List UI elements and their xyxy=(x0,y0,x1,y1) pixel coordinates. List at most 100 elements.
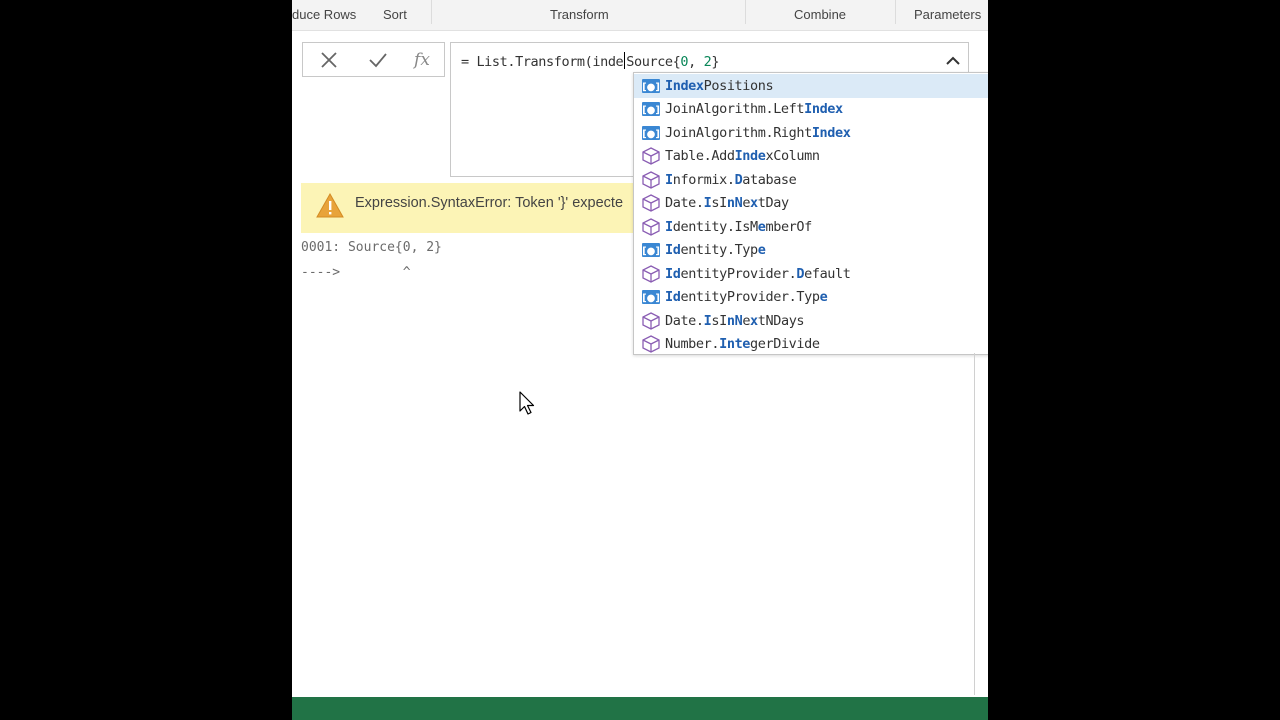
autocomplete-item[interactable]: [●] Identity.Type xyxy=(634,239,988,263)
matched-text: Id xyxy=(665,265,681,282)
autocomplete-item-label: IndexPositions xyxy=(665,77,774,94)
label-text: gerDivide xyxy=(750,336,820,353)
value-icon: [●] xyxy=(640,100,662,118)
error-detail-line: 0001: Source{0, 2} xyxy=(301,240,442,255)
label-text: sI xyxy=(711,312,727,329)
matched-text: Id xyxy=(665,289,681,306)
ribbon: duce Rows Sort Transform Combine Paramet… xyxy=(292,0,988,31)
svg-text:[●]: [●] xyxy=(642,293,660,304)
matched-text: I xyxy=(665,218,673,235)
formula-text-after-caret: Source{ xyxy=(626,54,681,70)
ribbon-group-parameters[interactable]: Parameters xyxy=(914,7,981,22)
warning-icon xyxy=(316,192,344,218)
label-text: e xyxy=(742,312,751,329)
label-text: Positions xyxy=(703,77,774,94)
function-icon xyxy=(640,312,662,330)
matched-text: Index xyxy=(811,124,851,141)
autocomplete-item[interactable]: IdentityProvider.Default xyxy=(634,262,988,286)
matched-text: e xyxy=(757,242,766,259)
label-text: entityProvider. xyxy=(680,265,797,282)
svg-text:[●]: [●] xyxy=(642,129,660,140)
autocomplete-item-label: Date.IsInNextDay xyxy=(665,195,789,211)
error-pointer-line: ----> ^ xyxy=(301,265,411,280)
autocomplete-dropdown: [●] IndexPositions [●] JoinAlgorithm.LeftIn… xyxy=(633,72,988,355)
insert-function-button[interactable]: fx xyxy=(400,43,444,76)
autocomplete-item-label: JoinAlgorithm.RightIndex xyxy=(665,124,851,141)
matched-text: x xyxy=(750,195,758,212)
function-icon xyxy=(640,147,662,165)
matched-text: Inde xyxy=(734,148,766,165)
ribbon-group-reduce-rows[interactable]: duce Rows xyxy=(292,7,356,22)
commit-formula-button[interactable] xyxy=(356,43,400,76)
autocomplete-item-label: Table.AddIndexColumn xyxy=(665,148,820,164)
function-icon xyxy=(640,265,662,283)
ribbon-separator xyxy=(745,0,746,24)
label-text: Table.Add xyxy=(665,148,735,165)
ribbon-group-sort[interactable]: Sort xyxy=(383,7,407,22)
label-text: efault xyxy=(804,265,851,282)
matched-text: e xyxy=(819,289,828,306)
matched-text: nte xyxy=(726,336,751,353)
autocomplete-item-label: Identity.Type xyxy=(665,242,766,259)
status-bar xyxy=(292,697,988,720)
autocomplete-item-label: Informix.Database xyxy=(665,171,797,188)
cancel-formula-button[interactable] xyxy=(307,43,351,76)
autocomplete-item-label: IdentityProvider.Type xyxy=(665,289,828,306)
autocomplete-item-label: JoinAlgorithm.LeftIndex xyxy=(665,101,843,117)
autocomplete-item[interactable]: Informix.Database xyxy=(634,168,988,192)
formula-text-end: } xyxy=(711,54,720,70)
label-text: tDay xyxy=(757,195,789,212)
autocomplete-item[interactable]: Table.AddIndexColumn xyxy=(634,145,988,169)
svg-text:[●]: [●] xyxy=(642,246,660,257)
ribbon-group-combine[interactable]: Combine xyxy=(794,7,846,22)
function-icon xyxy=(640,194,662,212)
label-text: mberOf xyxy=(765,218,812,235)
autocomplete-item-label: Date.IsInNextNDays xyxy=(665,312,805,329)
label-text: dentity.IsM xyxy=(672,218,758,235)
check-icon xyxy=(369,52,387,67)
autocomplete-item-label: Identity.IsMemberOf xyxy=(665,219,812,235)
label-text: e xyxy=(742,195,751,212)
autocomplete-item[interactable]: [●] IdentityProvider.Type xyxy=(634,286,988,310)
autocomplete-item[interactable]: [●] IndexPositions xyxy=(634,74,988,98)
power-query-editor: duce Rows Sort Transform Combine Paramet… xyxy=(292,0,988,720)
value-icon: [●] xyxy=(640,77,662,95)
formula-separator: , xyxy=(688,54,704,70)
formula-number: 0 xyxy=(680,54,689,70)
matched-text: Id xyxy=(665,242,681,259)
matched-text: nN xyxy=(726,195,743,212)
matched-text: Index xyxy=(665,77,704,94)
function-icon xyxy=(640,171,662,189)
value-icon: [●] xyxy=(640,124,662,142)
matched-text: I xyxy=(665,171,673,188)
ribbon-separator xyxy=(431,0,432,24)
label-text: JoinAlgorithm.Right xyxy=(665,124,812,141)
label-text: sI xyxy=(711,195,727,212)
error-message: Expression.SyntaxError: Token '}' expect… xyxy=(355,195,624,211)
label-text: tNDays xyxy=(757,312,805,329)
autocomplete-item[interactable]: [●] JoinAlgorithm.LeftIndex xyxy=(634,98,988,122)
chevron-up-icon xyxy=(946,56,960,65)
label-text: xColumn xyxy=(765,148,820,165)
formula-text[interactable]: = List.Transform(inde Source{0, 2} xyxy=(461,52,719,70)
matched-text: nN xyxy=(726,312,743,329)
value-icon: [●] xyxy=(640,288,662,306)
label-text: entity.Typ xyxy=(680,242,758,259)
formula-text-before-caret: = List.Transform(inde xyxy=(461,54,624,70)
label-text: Number. xyxy=(665,336,720,353)
autocomplete-item[interactable]: Number.IntegerDivide xyxy=(634,333,988,357)
svg-text:[●]: [●] xyxy=(642,105,660,116)
label-text: JoinAlgorithm.Left xyxy=(665,101,805,118)
svg-text:[●]: [●] xyxy=(642,82,660,93)
label-text: nformix. xyxy=(672,171,735,188)
matched-text: I xyxy=(719,336,727,353)
matched-text: D xyxy=(796,265,805,282)
autocomplete-item[interactable]: Date.IsInNextDay xyxy=(634,192,988,216)
autocomplete-item[interactable]: Date.IsInNextNDays xyxy=(634,309,988,333)
vertical-scrollbar[interactable] xyxy=(974,353,975,695)
autocomplete-item[interactable]: [●] JoinAlgorithm.RightIndex xyxy=(634,121,988,145)
collapse-formula-button[interactable] xyxy=(944,52,962,70)
ribbon-group-transform[interactable]: Transform xyxy=(550,7,609,22)
autocomplete-item-label: Number.IntegerDivide xyxy=(665,336,820,352)
autocomplete-item[interactable]: Identity.IsMemberOf xyxy=(634,215,988,239)
